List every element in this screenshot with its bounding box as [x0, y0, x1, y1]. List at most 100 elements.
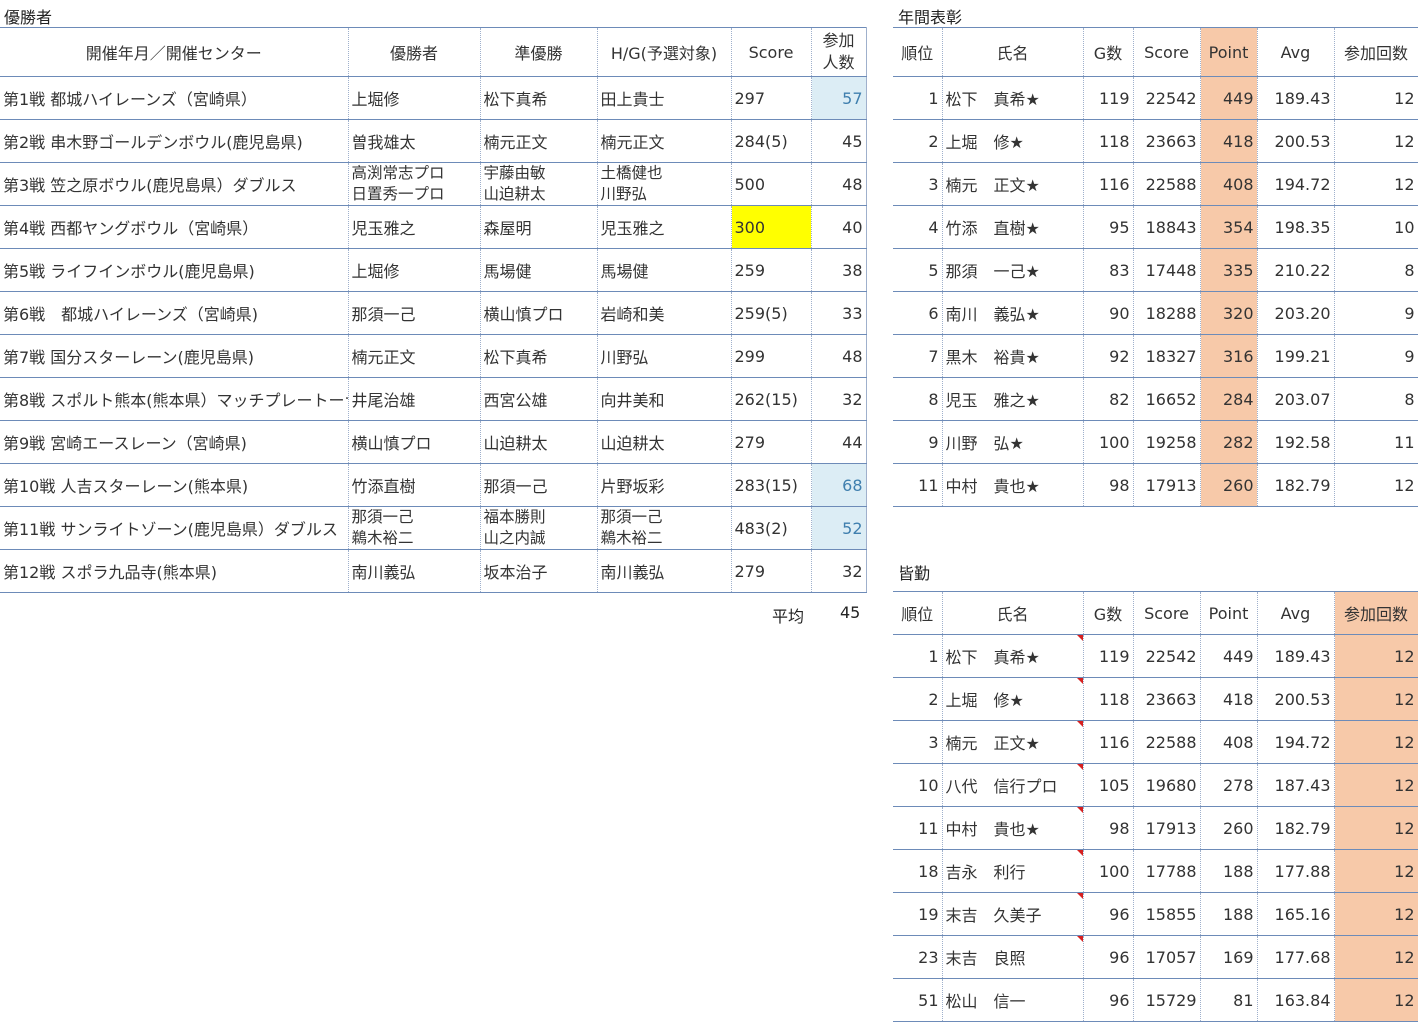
average-value: 45: [840, 603, 861, 622]
score-cell: 262(15): [731, 377, 812, 421]
table-row: 第8戦 スポルト熊本(熊本県）マッチプレートーナメ 井尾治雄 西宮公雄 向井美和 262…: [0, 377, 867, 421]
event-cell: 第6戦 都城ハイレーンズ（宮崎県): [0, 291, 349, 335]
table-row: 4 竹添 直樹★ 95 18843 354 198.35 10: [893, 205, 1418, 249]
hg-cell: 岩崎和美: [597, 291, 732, 335]
average-label: 平均: [772, 607, 805, 626]
hg-cell: 田上貴士: [597, 76, 732, 120]
times-cell: 8: [1334, 248, 1418, 292]
point-cell: 260: [1200, 806, 1258, 850]
avg-cell: 163.84: [1257, 978, 1335, 1022]
score-cell: 22542: [1133, 76, 1201, 120]
times-cell: 10: [1334, 205, 1418, 249]
header-participants: 参加 人数: [811, 27, 867, 77]
header-rank: 順位: [893, 27, 943, 77]
rank-cell: 6: [893, 291, 943, 335]
score-cell: 299: [731, 334, 812, 378]
runner-cell: 西宮公雄: [480, 377, 598, 421]
participants-cell: 48: [811, 334, 867, 378]
score-cell: 15855: [1133, 892, 1201, 936]
participants-cell: 57: [811, 76, 867, 120]
table-row: 3 楠元 正文★ 116 22588 408 194.72 12: [893, 720, 1418, 764]
header-name: 氏名: [942, 591, 1084, 635]
table-row: 7 黒木 裕貴★ 92 18327 316 199.21 9: [893, 334, 1418, 378]
score-cell: 300: [731, 205, 812, 249]
runner-cell: 馬場健: [480, 248, 598, 292]
score-cell: 17788: [1133, 849, 1201, 893]
rank-cell: 9: [893, 420, 943, 464]
name-cell: 楠元 正文★: [942, 162, 1084, 206]
score-cell: 500: [731, 162, 812, 206]
event-cell: 第1戦 都城ハイレーンズ（宮崎県）: [0, 76, 349, 120]
table-row: 5 那須 一己★ 83 17448 335 210.22 8: [893, 248, 1418, 292]
winner-cell: 那須一己: [348, 291, 481, 335]
point-cell: 260: [1200, 463, 1258, 507]
participants-cell: 68: [811, 463, 867, 507]
times-cell: 12: [1334, 892, 1418, 936]
header-winner: 優勝者: [348, 27, 481, 77]
table-row: 第2戦 串木野ゴールデンボウル(鹿児島県) 曽我雄太 楠元正文 楠元正文 284(5) 4…: [0, 119, 867, 163]
runner-cell: 福本勝則 山之内誠: [480, 506, 598, 550]
table-row: 11 中村 貴也★ 98 17913 260 182.79 12: [893, 463, 1418, 507]
header-score: Score: [1133, 591, 1201, 635]
name-cell: 中村 貴也★: [942, 463, 1084, 507]
score-cell: 23663: [1133, 677, 1201, 721]
avg-cell: 194.72: [1257, 162, 1335, 206]
g-cell: 119: [1083, 634, 1134, 678]
hg-cell: 片野坂彩: [597, 463, 732, 507]
table-row: 11 中村 貴也★ 98 17913 260 182.79 12: [893, 806, 1418, 850]
table-row: 第11戦 サンライトゾーン(鹿児島県）ダブルス 那須一己 鵜木裕二 福本勝則 山之内…: [0, 506, 867, 550]
g-cell: 119: [1083, 76, 1134, 120]
point-cell: 188: [1200, 892, 1258, 936]
times-cell: 12: [1334, 849, 1418, 893]
rank-cell: 3: [893, 720, 943, 764]
rank-cell: 19: [893, 892, 943, 936]
table-row: 23 末吉 良照 96 17057 169 177.68 12: [893, 935, 1418, 979]
table-row: 第12戦 スポラ九品寺(熊本県) 南川義弘 坂本治子 南川義弘 279 32: [0, 549, 867, 593]
name-cell: 川野 弘★: [942, 420, 1084, 464]
score-cell: 19258: [1133, 420, 1201, 464]
event-cell: 第8戦 スポルト熊本(熊本県）マッチプレートーナメ: [0, 377, 349, 421]
header-score: Score: [1133, 27, 1201, 77]
hg-cell: 川野弘: [597, 334, 732, 378]
name-cell: 末吉 久美子: [942, 892, 1084, 936]
annual-award-table: 順位 氏名 G数 Score Point Avg 参加回数 1 松下 真希★ 119…: [893, 27, 1418, 507]
header-score: Score: [731, 27, 812, 77]
avg-cell: 187.43: [1257, 763, 1335, 807]
times-cell: 9: [1334, 334, 1418, 378]
header-point: Point: [1200, 591, 1258, 635]
event-cell: 第10戦 人吉スターレーン(熊本県): [0, 463, 349, 507]
winner-cell: 高渕常志プロ 日置秀一プロ: [348, 162, 481, 206]
g-cell: 96: [1083, 978, 1134, 1022]
score-cell: 297: [731, 76, 812, 120]
score-cell: 23663: [1133, 119, 1201, 163]
header-runner-up: 準優勝: [480, 27, 598, 77]
score-cell: 483(2): [731, 506, 812, 550]
header-times: 参加回数: [1334, 27, 1418, 77]
annual-title: 年間表彰: [898, 8, 963, 27]
point-cell: 284: [1200, 377, 1258, 421]
score-cell: 22588: [1133, 720, 1201, 764]
name-cell: 松下 真希★: [942, 634, 1084, 678]
table-row: 1 松下 真希★ 119 22542 449 189.43 12: [893, 76, 1418, 120]
table-row: 第4戦 西都ヤングボウル（宮崎県） 児玉雅之 森屋明 児玉雅之 300 40: [0, 205, 867, 249]
table-row: 10 八代 信行プロ 105 19680 278 187.43 12: [893, 763, 1418, 807]
g-cell: 98: [1083, 463, 1134, 507]
g-cell: 118: [1083, 119, 1134, 163]
avg-cell: 194.72: [1257, 720, 1335, 764]
score-cell: 17913: [1133, 463, 1201, 507]
times-cell: 12: [1334, 978, 1418, 1022]
point-cell: 169: [1200, 935, 1258, 979]
header-avg: Avg: [1257, 591, 1335, 635]
g-cell: 82: [1083, 377, 1134, 421]
avg-cell: 200.53: [1257, 677, 1335, 721]
g-cell: 105: [1083, 763, 1134, 807]
hg-cell: 向井美和: [597, 377, 732, 421]
score-cell: 22588: [1133, 162, 1201, 206]
avg-cell: 177.68: [1257, 935, 1335, 979]
times-cell: 12: [1334, 935, 1418, 979]
avg-cell: 192.58: [1257, 420, 1335, 464]
runner-cell: 那須一己: [480, 463, 598, 507]
name-cell: 南川 義弘★: [942, 291, 1084, 335]
point-cell: 354: [1200, 205, 1258, 249]
times-cell: 12: [1334, 162, 1418, 206]
